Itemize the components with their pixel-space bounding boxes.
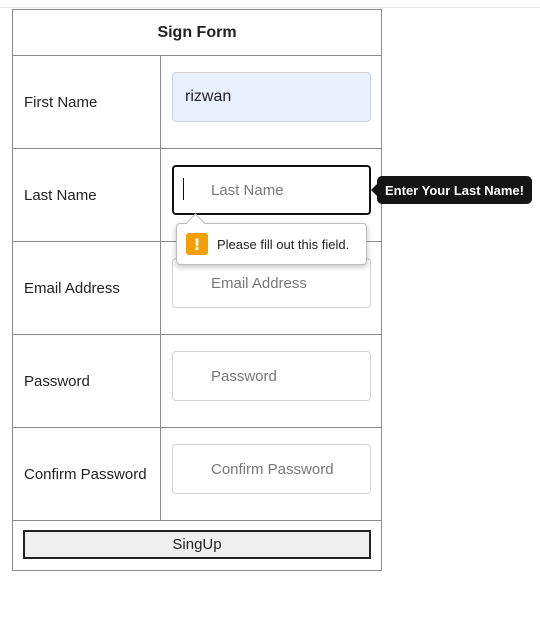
form-title-row: Sign Form [13,10,381,56]
email-input[interactable] [172,258,371,308]
validation-message: Please fill out this field. [217,236,350,252]
sign-form-table: Sign Form First Name Last Name Email Add… [12,9,382,571]
last-name-label: Last Name [13,149,161,241]
password-input[interactable] [172,351,371,401]
confirm-password-input[interactable] [172,444,371,494]
confirm-password-label: Confirm Password [13,428,161,520]
warning-icon: ! [186,233,208,255]
signup-button[interactable]: SingUp [23,530,371,559]
email-label: Email Address [13,242,161,334]
first-name-row: First Name [13,56,381,149]
form-title: Sign Form [157,23,237,41]
password-row: Password [13,335,381,428]
password-label: Password [13,335,161,427]
validation-popup: ! Please fill out this field. [176,223,367,265]
confirm-password-row: Confirm Password [13,428,381,521]
last-name-input[interactable] [172,165,371,215]
top-divider [0,7,540,8]
last-name-tooltip: Enter Your Last Name! [371,176,532,204]
text-caret [183,178,184,200]
first-name-label: First Name [13,56,161,148]
first-name-input[interactable] [172,72,371,122]
